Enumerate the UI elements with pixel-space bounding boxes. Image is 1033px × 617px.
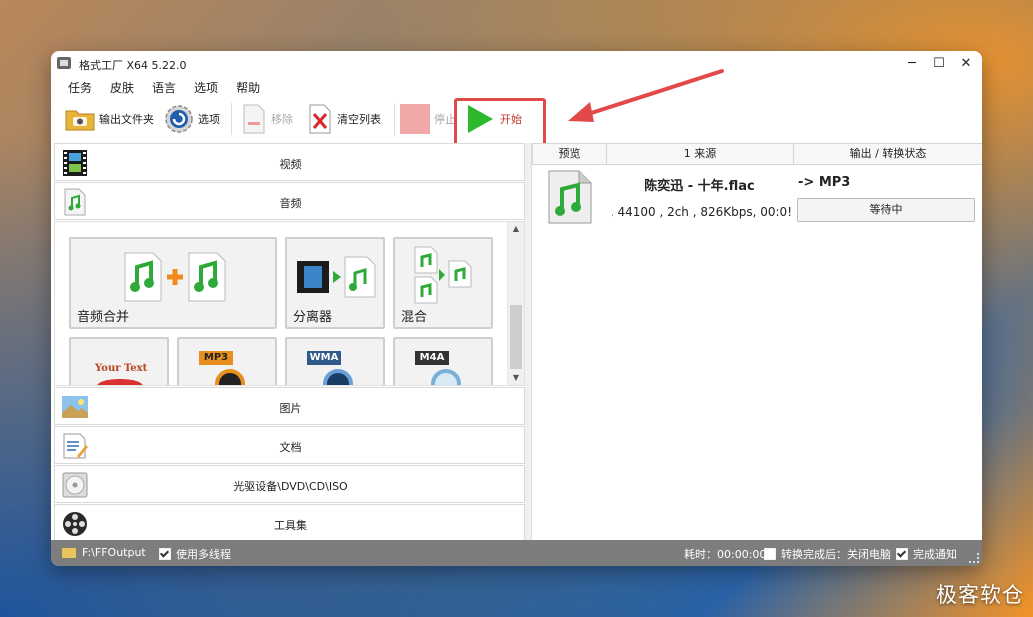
your-text-logo: Your Text — [95, 363, 148, 374]
category-document[interactable]: 文档 — [54, 426, 525, 464]
separator-tile[interactable]: 分离器 — [285, 237, 385, 329]
status-bar: F:\FFOutput 使用多线程 耗时：00:00:00 转换完成后：关闭电脑… — [51, 540, 982, 566]
task-list-panel: 预览 1 来源 输出 / 转换状态 陈奕迅 - 十年.flac !M , 441… — [531, 143, 982, 540]
grid-scrollbar[interactable]: ▲ ▼ — [507, 222, 524, 385]
options-button[interactable]: 选项 — [164, 105, 220, 133]
watermark: 极客软仓 — [936, 583, 1024, 607]
window-title: 格式工厂 X64 5.22.0 — [79, 59, 187, 72]
separator-label: 分离器 — [293, 310, 333, 325]
category-video-label: 视频 — [279, 158, 302, 171]
category-image-label: 图片 — [279, 402, 302, 415]
task-file-info: !M , 44100 , 2ch , 826Kbps, 00:0 — [612, 205, 792, 219]
scroll-up-icon[interactable]: ▲ — [508, 222, 524, 236]
audio-file-icon — [548, 170, 592, 224]
task-file-name: 陈奕迅 - 十年.flac — [644, 179, 755, 194]
menu-task[interactable]: 任务 — [59, 77, 101, 97]
annotation-arrow — [568, 69, 724, 122]
remove-label: 移除 — [271, 113, 293, 126]
scroll-thumb[interactable] — [510, 305, 522, 369]
audio-tools-grid: 音频合并 分离器 混合 Your Text MP3 WMA M4A ▲ ▼ — [54, 221, 525, 386]
audio-merge-icon — [124, 252, 226, 302]
menu-bar: 任务 皮肤 语言 选项 帮助 — [59, 77, 269, 97]
notify-label: 完成通知 — [913, 548, 957, 561]
category-audio-label: 音频 — [279, 197, 302, 210]
elapsed-time-text: 耗时：00:00:00 — [684, 548, 767, 561]
clear-list-label: 清空列表 — [337, 113, 381, 126]
task-output-format: -> MP3 — [798, 175, 851, 190]
checkbox-checked-icon — [896, 548, 908, 560]
column-preview[interactable]: 预览 — [532, 143, 607, 165]
audio-merge-label: 音频合并 — [77, 310, 130, 325]
multithread-label: 使用多线程 — [176, 548, 231, 561]
mix-tile[interactable]: 混合 — [393, 237, 493, 329]
disc-icon — [323, 369, 353, 385]
category-panel: 视频 音频 音频合并 分离器 混合 Your Text MP3 WMA M4A … — [54, 143, 525, 542]
remove-button[interactable]: 移除 — [241, 104, 293, 134]
column-source[interactable]: 1 来源 — [606, 143, 794, 165]
category-rom[interactable]: 光驱设备\DVD\CD\ISO — [54, 465, 525, 503]
menu-skin[interactable]: 皮肤 — [101, 77, 143, 97]
output-path-text: F:\FFOutput — [82, 546, 146, 559]
menu-language[interactable]: 语言 — [143, 77, 185, 97]
app-logo-icon — [57, 57, 71, 69]
category-image[interactable]: 图片 — [54, 387, 525, 425]
task-row[interactable]: 陈奕迅 - 十年.flac !M , 44100 , 2ch , 826Kbps… — [532, 165, 982, 231]
audio-merge-tile[interactable]: 音频合并 — [69, 237, 277, 329]
output-folder-label: 输出文件夹 — [99, 113, 154, 126]
clear-list-icon — [309, 104, 331, 134]
category-tools[interactable]: 工具集 — [54, 504, 525, 542]
category-document-label: 文档 — [279, 441, 302, 454]
title-bar: 格式工厂 X64 5.22.0 ─ ☐ ✕ — [51, 51, 982, 77]
menu-help[interactable]: 帮助 — [227, 77, 269, 97]
category-video[interactable]: 视频 — [54, 143, 525, 181]
scroll-down-icon[interactable]: ▼ — [508, 371, 524, 385]
minimize-button[interactable]: ─ — [899, 54, 925, 74]
stop-button[interactable]: 停止 — [400, 104, 456, 134]
m4a-badge: M4A — [415, 351, 449, 365]
wma-badge: WMA — [307, 351, 341, 365]
notify-checkbox[interactable]: 完成通知 — [896, 546, 957, 562]
checkbox-checked-icon — [159, 548, 171, 560]
stop-icon — [400, 104, 430, 134]
shutdown-checkbox[interactable]: 转换完成后：关闭电脑 — [764, 546, 891, 562]
category-tools-label: 工具集 — [274, 519, 307, 532]
column-output[interactable]: 输出 / 转换状态 — [793, 143, 982, 165]
disc-icon — [215, 369, 245, 385]
maximize-button[interactable]: ☐ — [926, 54, 952, 74]
mp3-badge: MP3 — [199, 351, 233, 365]
folder-icon — [62, 547, 76, 558]
menu-options[interactable]: 选项 — [185, 77, 227, 97]
app-window: 格式工厂 X64 5.22.0 ─ ☐ ✕ 任务 皮肤 语言 选项 帮助 输出文… — [51, 51, 982, 566]
stop-label: 停止 — [434, 113, 456, 126]
wma-tile[interactable]: WMA — [285, 337, 385, 385]
task-status-button[interactable]: 等待中 — [797, 198, 975, 222]
elapsed-time: 耗时：00:00:00 — [684, 546, 766, 562]
toolbar-separator — [231, 103, 232, 135]
checkbox-unchecked-icon — [764, 548, 776, 560]
m4a-tile[interactable]: M4A — [393, 337, 493, 385]
output-folder-button[interactable]: 输出文件夹 — [65, 105, 154, 133]
clear-list-button[interactable]: 清空列表 — [307, 104, 381, 134]
output-path[interactable]: F:\FFOutput — [62, 546, 146, 559]
gear-icon — [165, 105, 193, 133]
category-audio[interactable]: 音频 — [54, 182, 525, 220]
start-highlight-box — [454, 98, 546, 146]
disc-icon — [431, 369, 461, 385]
shutdown-label: 转换完成后：关闭电脑 — [781, 548, 891, 561]
resize-grip-icon[interactable] — [969, 553, 979, 563]
close-button[interactable]: ✕ — [953, 54, 979, 74]
lips-icon — [97, 379, 143, 385]
mp3-tile[interactable]: MP3 — [177, 337, 277, 385]
multithread-checkbox[interactable]: 使用多线程 — [159, 546, 231, 562]
video-to-audio-icon — [297, 256, 376, 298]
remove-document-icon — [243, 104, 265, 134]
category-rom-label: 光驱设备\DVD\CD\ISO — [233, 480, 348, 493]
mix-label: 混合 — [401, 310, 428, 325]
toolbar-separator — [394, 103, 395, 135]
folder-icon — [65, 110, 95, 131]
audio-mix-icon — [414, 246, 472, 304]
options-label: 选项 — [198, 113, 220, 126]
your-text-tile[interactable]: Your Text — [69, 337, 169, 385]
